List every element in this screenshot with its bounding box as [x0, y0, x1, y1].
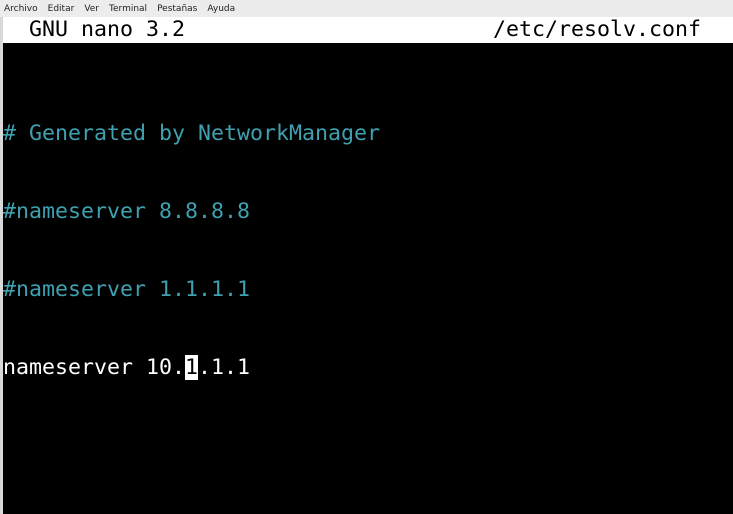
menu-bar: Archivo Editar Ver Terminal Pestañas Ayu…	[0, 0, 733, 17]
nano-title-bar: GNU nano 3.2 /etc/resolv.conf	[3, 17, 733, 43]
menu-item-editar[interactable]: Editar	[48, 4, 75, 14]
menu-item-pestanas[interactable]: Pestañas	[157, 4, 197, 14]
buffer-line: #nameserver 1.1.1.1	[3, 277, 251, 302]
menu-item-archivo[interactable]: Archivo	[4, 4, 38, 14]
menu-item-ayuda[interactable]: Ayuda	[207, 4, 235, 14]
file-name: /etc/resolv.conf	[492, 17, 701, 42]
buffer-line: # Generated by NetworkManager	[3, 121, 381, 146]
text-after-cursor: .1.1	[198, 355, 251, 380]
text-before-cursor: nameserver 10.	[3, 355, 186, 380]
buffer-line-active: nameserver 10.1.1.1	[3, 355, 380, 381]
menu-item-ver[interactable]: Ver	[84, 4, 99, 14]
nano-version: GNU nano 3.2	[29, 17, 186, 42]
terminal-window: Archivo Editar Ver Terminal Pestañas Ayu…	[0, 0, 733, 514]
menu-item-terminal[interactable]: Terminal	[109, 4, 147, 14]
editor-buffer[interactable]: # Generated by NetworkManager #nameserve…	[3, 69, 380, 433]
text-cursor: 1	[185, 355, 199, 380]
buffer-line: #nameserver 8.8.8.8	[3, 199, 251, 224]
